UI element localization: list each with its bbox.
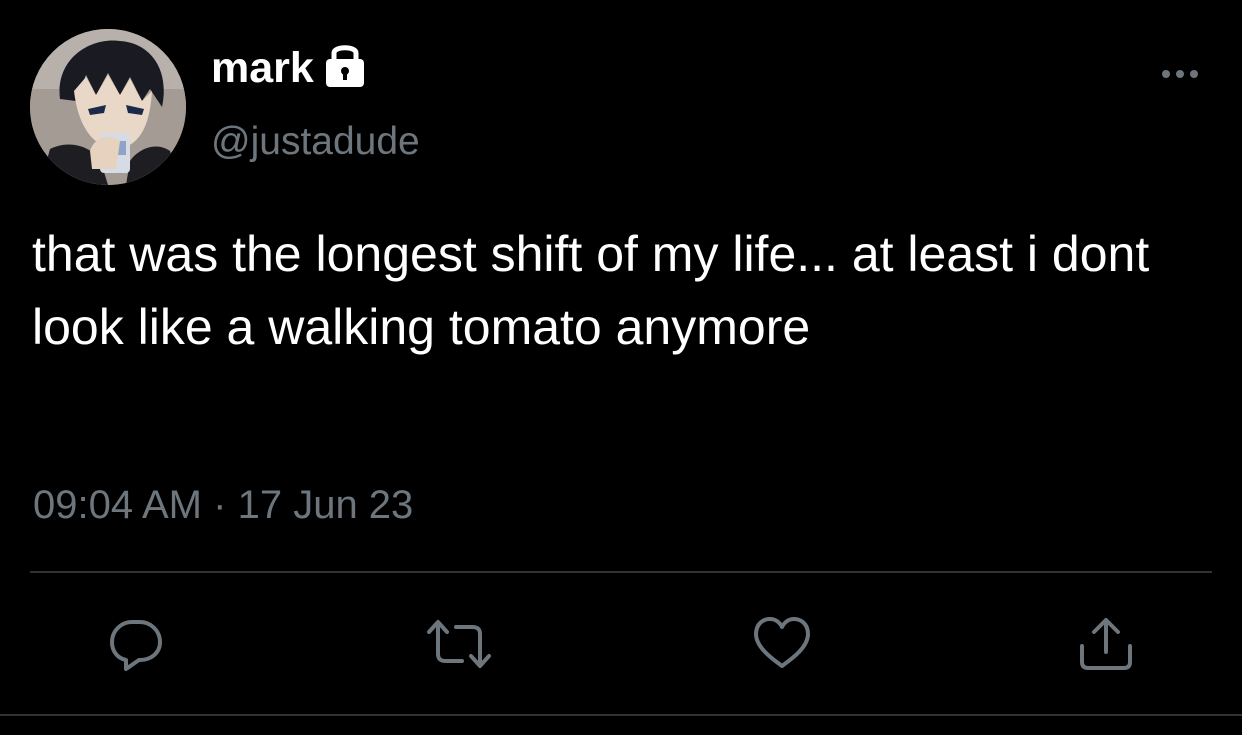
share-icon (1080, 618, 1132, 670)
anime-character-avatar-image (30, 29, 186, 185)
share-button[interactable] (1078, 614, 1138, 674)
more-horizontal-icon[interactable] (1158, 64, 1202, 84)
retweet-icon (427, 620, 491, 668)
tweet-text: that was the longest shift of my life...… (32, 226, 1150, 355)
tweet: mark @justadude that was the longest shi… (0, 0, 1242, 735)
lock-icon (322, 40, 368, 90)
tweet-date: 17 Jun 23 (237, 483, 414, 527)
like-icon (754, 617, 810, 668)
tweet-time: 09:04 AM (33, 483, 203, 527)
divider (30, 571, 1212, 573)
reply-button[interactable] (106, 614, 166, 674)
display-name[interactable]: mark (211, 46, 314, 90)
reply-icon (110, 620, 162, 671)
meta-separator: · (213, 483, 227, 527)
avatar[interactable] (30, 29, 186, 185)
display-name-row: mark (211, 38, 368, 98)
bottom-divider (0, 714, 1242, 716)
retweet-button[interactable] (426, 614, 491, 674)
like-button[interactable] (752, 614, 812, 674)
tweet-timestamp[interactable]: 09:04 AM · 17 Jun 23 (33, 485, 413, 525)
handle[interactable]: @justadude (211, 122, 420, 161)
